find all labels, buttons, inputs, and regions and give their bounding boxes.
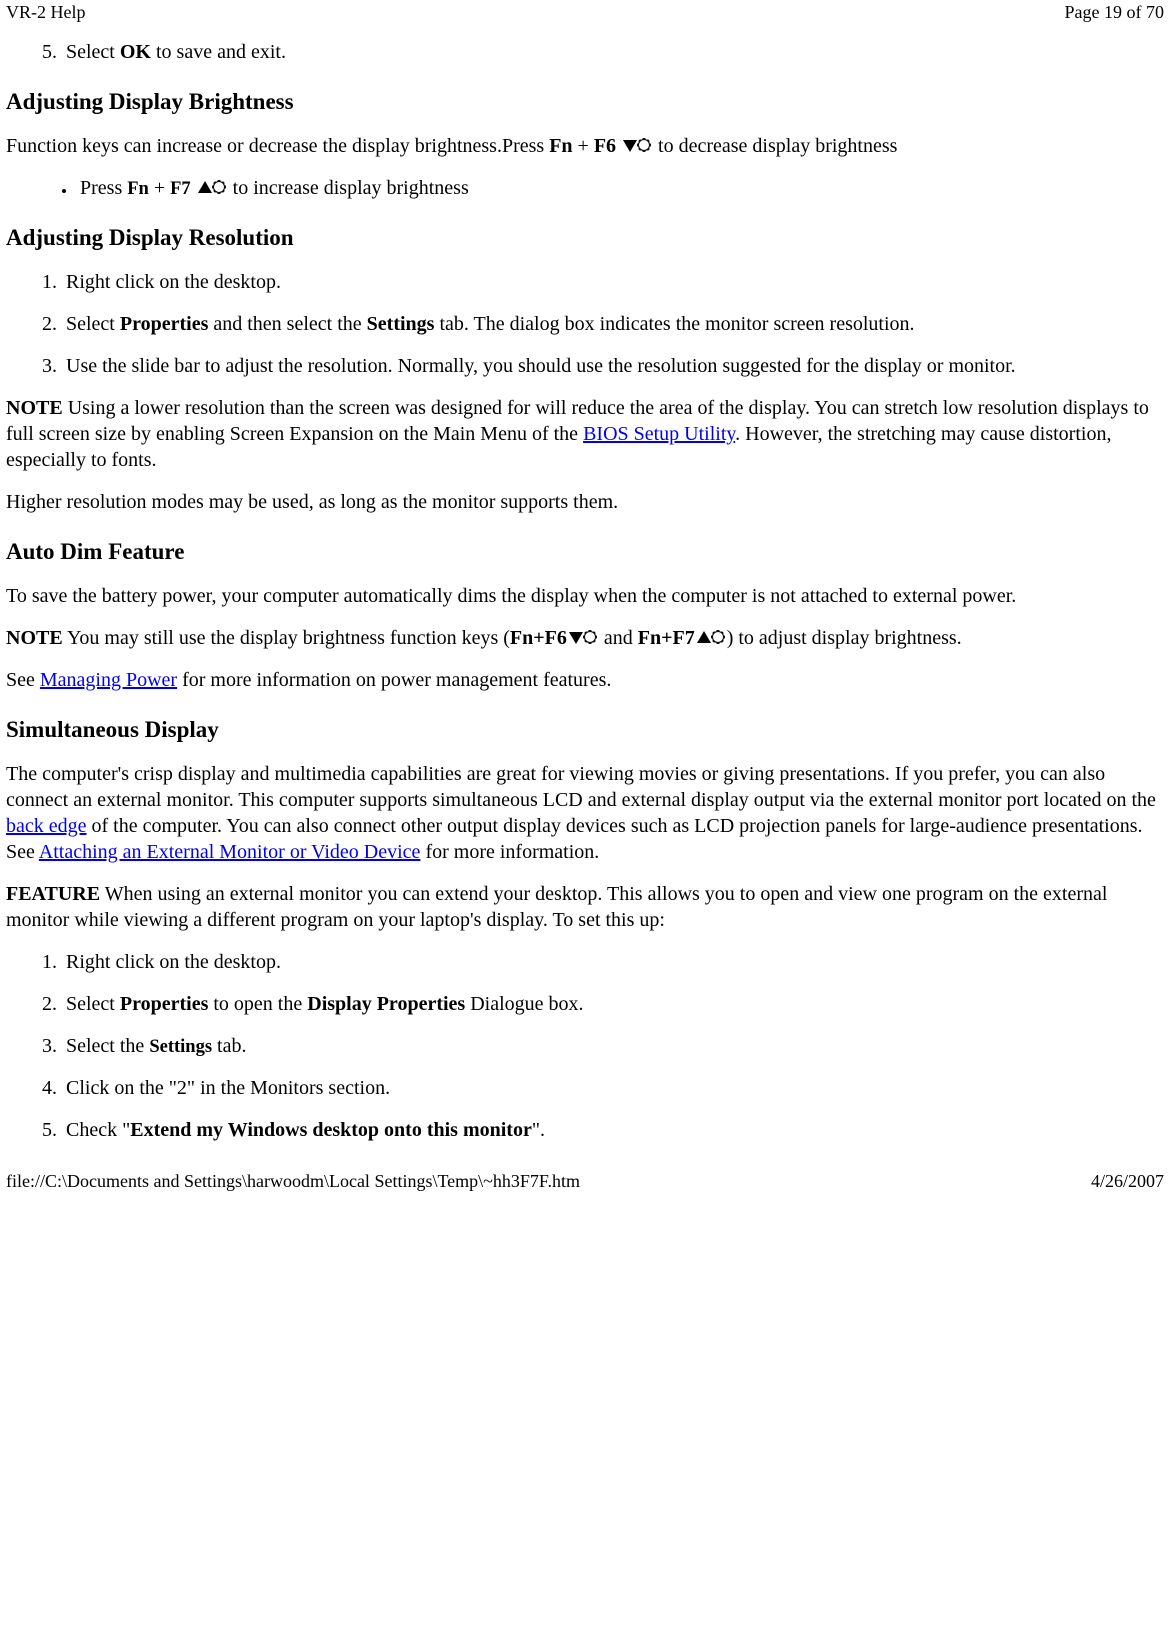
list-item: Check "Extend my Windows desktop onto th… [62, 1117, 1164, 1143]
page-footer: file://C:\Documents and Settings\harwood… [0, 1159, 1170, 1192]
file-path: file://C:\Documents and Settings\harwood… [6, 1171, 580, 1192]
brightness-list: Press Fn + F7 to increase display bright… [6, 175, 1164, 201]
extend-desktop-steps: Right click on the desktop. Select Prope… [6, 949, 1164, 1143]
list-item: Select Properties to open the Display Pr… [62, 991, 1164, 1017]
brightness-icon [213, 181, 225, 193]
triangle-down-icon [569, 632, 583, 644]
triangle-up-icon [198, 181, 212, 193]
triangle-up-icon [697, 631, 711, 643]
list-item: Select OK to save and exit. [62, 39, 1164, 65]
link-back-edge[interactable]: back edge [6, 815, 87, 837]
heading-autodim: Auto Dim Feature [6, 539, 1164, 565]
brightness-icon [584, 631, 596, 643]
heading-brightness: Adjusting Display Brightness [6, 89, 1164, 115]
brightness-icon [638, 139, 650, 151]
higher-resolution-note: Higher resolution modes may be used, as … [6, 489, 1164, 515]
list-item: Use the slide bar to adjust the resoluti… [62, 353, 1164, 379]
link-external-monitor[interactable]: Attaching an External Monitor or Video D… [39, 841, 421, 863]
list-item: Select Properties and then select the Se… [62, 311, 1164, 337]
heading-resolution: Adjusting Display Resolution [6, 225, 1164, 251]
step-list-continued: Select OK to save and exit. [6, 39, 1164, 65]
list-item: Right click on the desktop. [62, 949, 1164, 975]
list-item: Right click on the desktop. [62, 269, 1164, 295]
brightness-icon [712, 631, 724, 643]
page-header: VR-2 Help Page 19 of 70 [0, 0, 1170, 23]
feature-extend-desktop: FEATURE When using an external monitor y… [6, 881, 1164, 933]
page-content: Select OK to save and exit. Adjusting Di… [0, 39, 1170, 1143]
page-number: Page 19 of 70 [1065, 2, 1164, 23]
note-autodim: NOTE You may still use the display brigh… [6, 625, 1164, 651]
list-item: Click on the "2" in the Monitors section… [62, 1075, 1164, 1101]
doc-title: VR-2 Help [6, 2, 86, 23]
autodim-intro: To save the battery power, your computer… [6, 583, 1164, 609]
list-item: Press Fn + F7 to increase display bright… [76, 175, 1164, 201]
triangle-down-icon [623, 140, 637, 152]
link-managing-power[interactable]: Managing Power [40, 669, 177, 691]
list-item: Select the Settings tab. [62, 1033, 1164, 1059]
note-resolution: NOTE Using a lower resolution than the s… [6, 395, 1164, 473]
link-bios-setup[interactable]: BIOS Setup Utility [583, 423, 735, 445]
footer-date: 4/26/2007 [1091, 1171, 1164, 1192]
brightness-intro: Function keys can increase or decrease t… [6, 133, 1164, 159]
see-managing-power: See Managing Power for more information … [6, 667, 1164, 693]
heading-simultaneous: Simultaneous Display [6, 717, 1164, 743]
resolution-steps: Right click on the desktop. Select Prope… [6, 269, 1164, 379]
simultaneous-intro: The computer's crisp display and multime… [6, 761, 1164, 865]
